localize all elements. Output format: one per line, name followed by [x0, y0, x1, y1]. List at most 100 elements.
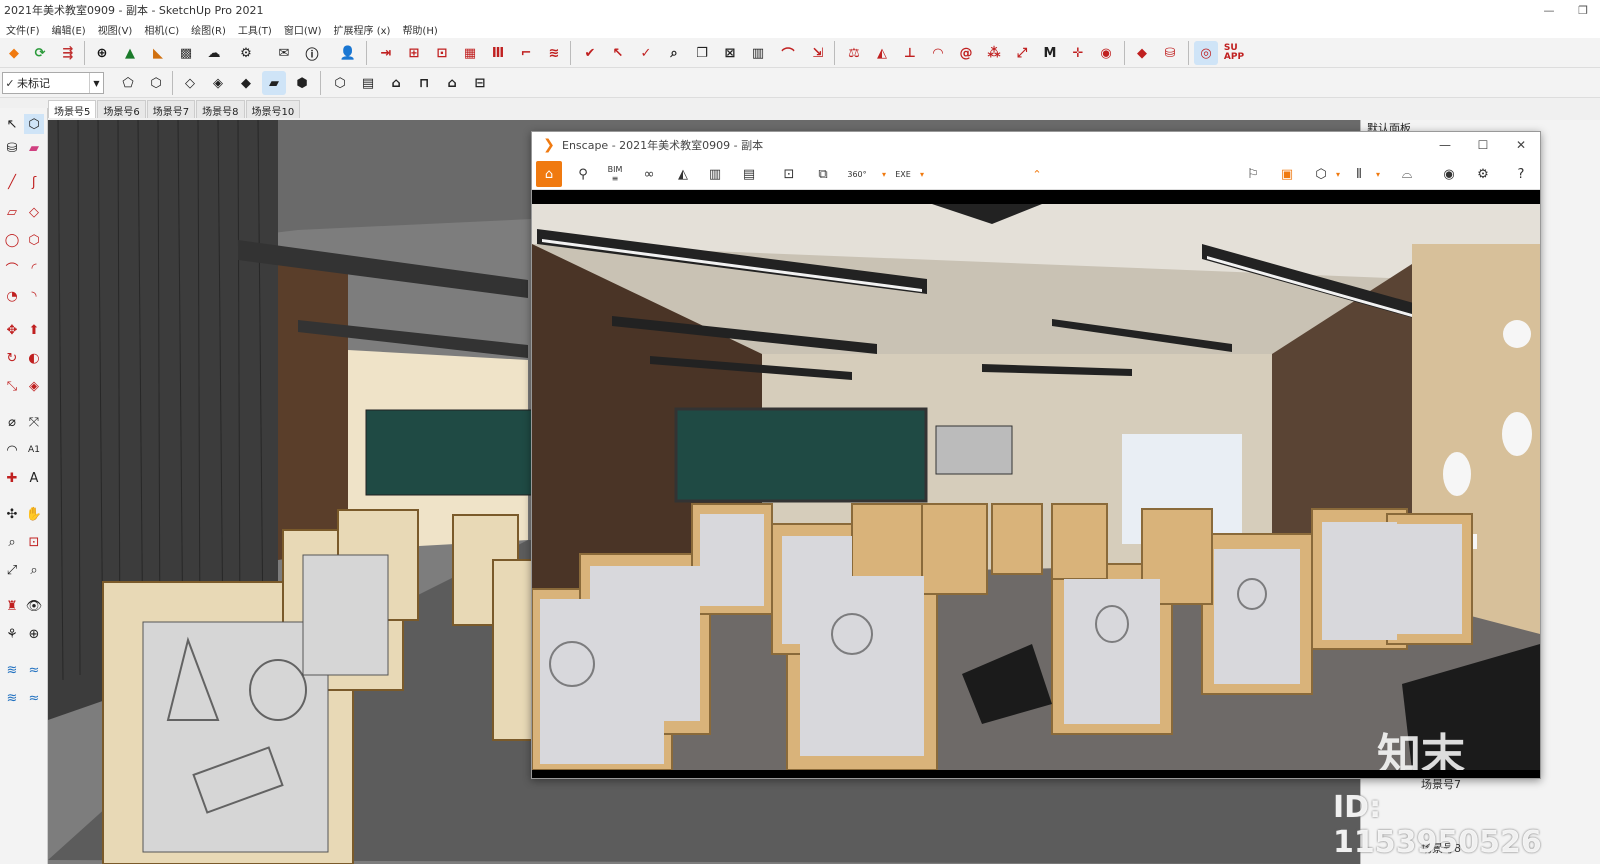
home-icon[interactable]: ⌂ [536, 161, 562, 187]
bars-icon[interactable]: ▥ [746, 41, 770, 65]
check-tool-icon[interactable]: ✔ [578, 41, 602, 65]
tree-icon[interactable]: ▲ [118, 41, 142, 65]
menu-edit[interactable]: 编辑(E) [52, 22, 86, 37]
binoculars-icon[interactable]: ∞ [636, 161, 662, 187]
back-edges-icon[interactable]: ⬡ [144, 71, 168, 95]
tag-selector[interactable]: ✓ 未标记 ▼ [2, 72, 104, 94]
tab-scene-7[interactable]: 场景号7 [146, 100, 196, 118]
minimize-icon[interactable]: — [1532, 0, 1566, 20]
mirror-icon[interactable]: ◭ [870, 41, 894, 65]
mail-icon[interactable]: ✉ [272, 41, 296, 65]
top-view-icon[interactable]: ▤ [356, 71, 380, 95]
pointer-tool-icon[interactable]: ↖ [606, 41, 630, 65]
back-view-icon[interactable]: ⌂ [440, 71, 464, 95]
menu-help[interactable]: 帮助(H) [402, 22, 437, 37]
ruler-icon[interactable]: ≋ [542, 41, 566, 65]
su-logo-icon[interactable]: ◎ [1194, 41, 1218, 65]
walk-icon[interactable]: ⚘ [2, 624, 22, 644]
polygon-icon[interactable]: ⬡ [24, 230, 44, 250]
right-view-icon[interactable]: ⊓ [412, 71, 436, 95]
spiral-icon[interactable]: @ [954, 41, 978, 65]
layer-icon[interactable]: ◣ [146, 41, 170, 65]
window-icon[interactable]: ⊞ [402, 41, 426, 65]
exe-dropdown-icon[interactable]: ▾ [916, 161, 928, 187]
menu-view[interactable]: 视图(V) [98, 22, 133, 37]
checker-icon[interactable]: ▩ [174, 41, 198, 65]
sync-views-icon[interactable]: ▣ [1274, 161, 1300, 187]
sandbox-icon[interactable]: ≋ [2, 660, 22, 680]
pan-icon[interactable]: ✋ [24, 504, 44, 524]
copy-icon[interactable]: ❐ [690, 41, 714, 65]
zoom-icon[interactable]: ⌕ [2, 532, 22, 552]
zoom-extents-icon[interactable]: ⤢ [2, 560, 22, 580]
axes-icon[interactable]: ✚ [2, 468, 22, 488]
cube-icon[interactable]: ⬡ [1308, 161, 1334, 187]
arc2-icon[interactable]: ◜ [24, 258, 44, 278]
scale-icon[interactable]: ⊠ [718, 41, 742, 65]
axis-icon[interactable]: ✛ [1066, 41, 1090, 65]
left-view-icon[interactable]: ⊟ [468, 71, 492, 95]
chevron-down-icon[interactable]: ▼ [89, 73, 103, 93]
pushpull-icon[interactable]: ⬆ [24, 320, 44, 340]
eye-icon[interactable]: ◉ [1436, 161, 1462, 187]
previous-icon[interactable]: ⌕ [24, 560, 44, 580]
hidden-line-icon[interactable]: ◈ [206, 71, 230, 95]
check-tool-2-icon[interactable]: ✓ [634, 41, 658, 65]
xray-icon[interactable]: ⬠ [116, 71, 140, 95]
menu-camera[interactable]: 相机(C) [144, 22, 179, 37]
look-around-icon[interactable]: 👁 [24, 596, 44, 616]
export-icon[interactable]: ⇶ [56, 41, 80, 65]
help-icon[interactable]: ? [1508, 161, 1534, 187]
3d-text-icon[interactable]: A [24, 468, 44, 488]
menu-tools[interactable]: 工具(T) [238, 22, 272, 37]
stair-icon[interactable]: ⌐ [514, 41, 538, 65]
rectangle-icon[interactable]: ▱ [2, 202, 22, 222]
menu-extensions[interactable]: 扩展程序 (x) [334, 22, 391, 37]
kg-icon[interactable]: ⚖ [842, 41, 866, 65]
enscape-minimize-icon[interactable]: — [1426, 132, 1464, 158]
shaded-icon[interactable]: ◆ [234, 71, 258, 95]
plugin-icon[interactable]: ◆ [2, 41, 26, 65]
section-icon[interactable]: ⊕ [24, 624, 44, 644]
gear-icon[interactable]: ⚙ [234, 41, 258, 65]
dimension-icon[interactable]: ⤧ [24, 412, 44, 432]
stamp-icon[interactable]: ⊥ [898, 41, 922, 65]
menu-draw[interactable]: 绘图(R) [191, 22, 226, 37]
panorama-dropdown-icon[interactable]: ▾ [878, 161, 890, 187]
textured-icon[interactable]: ▰ [262, 71, 286, 95]
asset-icon[interactable]: ◭ [670, 161, 696, 187]
books-dropdown-icon[interactable]: ▾ [1372, 161, 1384, 187]
search-tool-icon[interactable]: ⌕ [662, 41, 686, 65]
scale-tool-icon[interactable]: ⤡ [2, 376, 22, 396]
bucket-icon[interactable]: ⛁ [1158, 41, 1182, 65]
user-icon[interactable]: 👤 [336, 41, 360, 65]
arc-tool-icon[interactable]: ⌒ [2, 258, 22, 278]
orbit-icon[interactable]: ✣ [2, 504, 22, 524]
tab-scene-8[interactable]: 场景号8 [196, 100, 245, 118]
menu-file[interactable]: 文件(F) [6, 22, 40, 37]
protractor-icon[interactable]: ◠ [2, 440, 22, 460]
arc-icon[interactable]: ◠ [926, 41, 950, 65]
cloud-upload-icon[interactable]: ☁ [202, 41, 226, 65]
select-icon[interactable]: ↖ [2, 114, 22, 134]
info-icon[interactable]: ⓘ [300, 41, 324, 65]
arc3-icon[interactable]: ◝ [24, 286, 44, 306]
enscape-render-view[interactable]: 知末 [532, 204, 1540, 770]
component-icon[interactable]: ⬡ [24, 114, 44, 134]
iso-view-icon[interactable]: ⬡ [328, 71, 352, 95]
arrow-box-icon[interactable]: ⇲ [806, 41, 830, 65]
rotate-icon[interactable]: ↻ [2, 348, 22, 368]
line-icon[interactable]: ╱ [2, 172, 22, 192]
batch-render-icon[interactable]: ⧉ [810, 161, 836, 187]
camera-icon[interactable]: ◉ [1094, 41, 1118, 65]
building-icon[interactable]: ▥ [702, 161, 728, 187]
exe-export-icon[interactable]: EXE [890, 161, 916, 187]
door-icon[interactable]: ⇥ [374, 41, 398, 65]
vr-headset-icon[interactable]: ⌓ [1394, 161, 1420, 187]
freehand-icon[interactable]: ʃ [24, 172, 44, 192]
circle-icon[interactable]: ◯ [2, 230, 22, 250]
enscape-maximize-icon[interactable]: ☐ [1464, 132, 1502, 158]
text-tool-icon[interactable]: A1 [24, 440, 44, 460]
refresh-icon[interactable]: ⟳ [28, 41, 52, 65]
box-icon[interactable]: ◆ [1130, 41, 1154, 65]
